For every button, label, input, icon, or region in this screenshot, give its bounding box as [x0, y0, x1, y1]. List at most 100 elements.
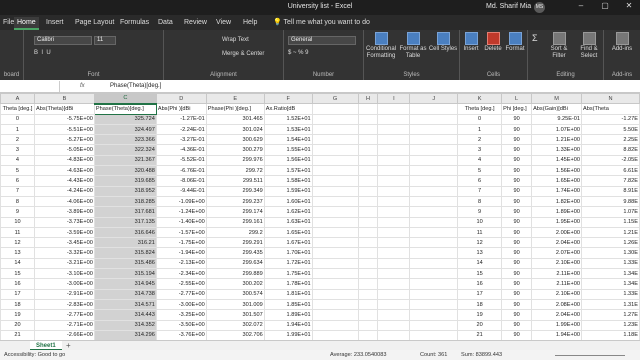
cell[interactable]: 320.488 [93, 165, 157, 177]
cell[interactable]: 15 [457, 268, 503, 280]
cell[interactable] [311, 257, 359, 270]
cell[interactable]: -2.71E+00 [33, 319, 95, 331]
cell[interactable]: 1.82E+00 [531, 195, 583, 208]
column-header-b[interactable]: B [33, 93, 95, 105]
cell[interactable]: 8.91E [581, 185, 640, 197]
cell[interactable]: 13 [0, 247, 35, 259]
fx-icon[interactable]: fx [80, 81, 85, 92]
tab-formulas[interactable]: Formulas [117, 17, 152, 30]
cell[interactable]: 1.30E [581, 247, 640, 259]
cell[interactable]: 1.21E+00 [531, 134, 583, 146]
cell[interactable]: 19 [0, 309, 35, 321]
cell[interactable] [377, 134, 411, 146]
cell[interactable] [377, 226, 411, 239]
cell[interactable]: -1.27E [581, 113, 640, 125]
cell[interactable] [311, 154, 359, 167]
cell[interactable]: 300.629 [205, 134, 265, 146]
bold-italic-underline-buttons[interactable]: B I U [34, 50, 51, 56]
cell[interactable]: 90 [501, 144, 533, 156]
font-name-select[interactable]: Calibri [34, 36, 92, 45]
cell[interactable] [357, 288, 379, 300]
cell[interactable]: -1.94E+00 [155, 247, 207, 259]
cell[interactable]: 1.70E+01 [263, 247, 313, 259]
cell[interactable]: 1.55E+01 [263, 144, 313, 156]
cell[interactable]: -3.00E+00 [155, 298, 207, 311]
cell[interactable]: 315.824 [93, 247, 157, 259]
cell[interactable]: -3.32E+00 [33, 247, 95, 259]
column-header-c[interactable]: C [93, 93, 157, 105]
cell[interactable]: -3.00E+00 [33, 278, 95, 290]
cell[interactable]: -8.06E-01 [155, 175, 207, 187]
cell[interactable]: 4 [457, 154, 503, 167]
cell[interactable] [409, 298, 459, 311]
column-header-k[interactable]: K [457, 93, 503, 105]
cell[interactable]: 20 [0, 319, 35, 331]
wrap-text-button[interactable]: Wrap Text [222, 37, 249, 43]
cell[interactable]: 299.634 [205, 257, 265, 270]
cell[interactable]: -2.24E-01 [155, 123, 207, 136]
cell[interactable]: 18 [457, 298, 503, 311]
cell[interactable]: 315.194 [93, 268, 157, 280]
cell[interactable]: 3 [457, 144, 503, 156]
tab-help[interactable]: Help [240, 17, 260, 30]
cell[interactable]: 14 [0, 257, 35, 270]
cell[interactable] [409, 175, 459, 187]
cell[interactable]: 1.26E [581, 237, 640, 249]
cell[interactable]: -5.51E+00 [33, 123, 95, 136]
cell[interactable] [377, 103, 411, 115]
cell[interactable] [311, 247, 359, 259]
cell[interactable] [311, 298, 359, 311]
cell[interactable]: 319.685 [93, 175, 157, 187]
cell[interactable] [409, 216, 459, 228]
cell[interactable]: 17 [457, 288, 503, 300]
cell[interactable]: 299.2 [205, 226, 265, 239]
cell[interactable] [357, 113, 379, 125]
tab-insert[interactable]: Insert [43, 17, 67, 30]
cell[interactable]: 315.486 [93, 257, 157, 270]
cell[interactable]: -2.13E+00 [155, 257, 207, 270]
cell[interactable]: 316.21 [93, 237, 157, 249]
cell[interactable]: 299.237 [205, 195, 265, 208]
cell[interactable]: 299.889 [205, 268, 265, 280]
cell[interactable] [409, 123, 459, 136]
cell[interactable]: -9.44E-01 [155, 185, 207, 197]
cell[interactable]: 1 [0, 123, 35, 136]
cell[interactable]: 11 [457, 226, 503, 239]
cell[interactable]: 90 [501, 278, 533, 290]
cell[interactable]: -3.25E+00 [155, 309, 207, 321]
cell[interactable]: 9.88E [581, 195, 640, 208]
cell[interactable]: 16 [457, 278, 503, 290]
cell[interactable]: 299.174 [205, 206, 265, 218]
cell[interactable]: 1.56E+00 [531, 165, 583, 177]
cell[interactable]: 1.60E+01 [263, 195, 313, 208]
cell[interactable] [357, 144, 379, 156]
user-name[interactable]: Md. Sharif Mia [486, 3, 531, 10]
cell[interactable]: 90 [501, 247, 533, 259]
cell[interactable]: 299.161 [205, 216, 265, 228]
cell[interactable]: 90 [501, 113, 533, 125]
cell[interactable]: 1.21E [581, 226, 640, 239]
cell[interactable]: 90 [501, 298, 533, 311]
cell[interactable] [409, 237, 459, 249]
cell[interactable]: 1.15E [581, 216, 640, 228]
cell[interactable]: 1 [457, 123, 503, 136]
cell[interactable] [409, 309, 459, 321]
cell[interactable]: -2.34E+00 [155, 268, 207, 280]
autosum-icon[interactable]: Σ [532, 33, 538, 43]
cell[interactable]: 3 [0, 144, 35, 156]
cell[interactable]: 1.65E+01 [263, 226, 313, 239]
cell[interactable]: 90 [501, 123, 533, 136]
cell[interactable] [377, 154, 411, 167]
cell[interactable] [357, 257, 379, 270]
cell[interactable]: 299.511 [205, 175, 265, 187]
tell-me-search[interactable]: 💡 Tell me what you want to do [270, 17, 373, 30]
cell[interactable] [409, 154, 459, 167]
cell[interactable]: 1.89E+00 [531, 206, 583, 218]
cell[interactable] [409, 195, 459, 208]
column-header-m[interactable]: M [531, 93, 583, 105]
cell[interactable] [311, 144, 359, 156]
cell[interactable] [357, 237, 379, 249]
cell[interactable]: 1.33E [581, 288, 640, 300]
cell[interactable] [311, 165, 359, 177]
avatar[interactable]: MS [534, 2, 545, 13]
